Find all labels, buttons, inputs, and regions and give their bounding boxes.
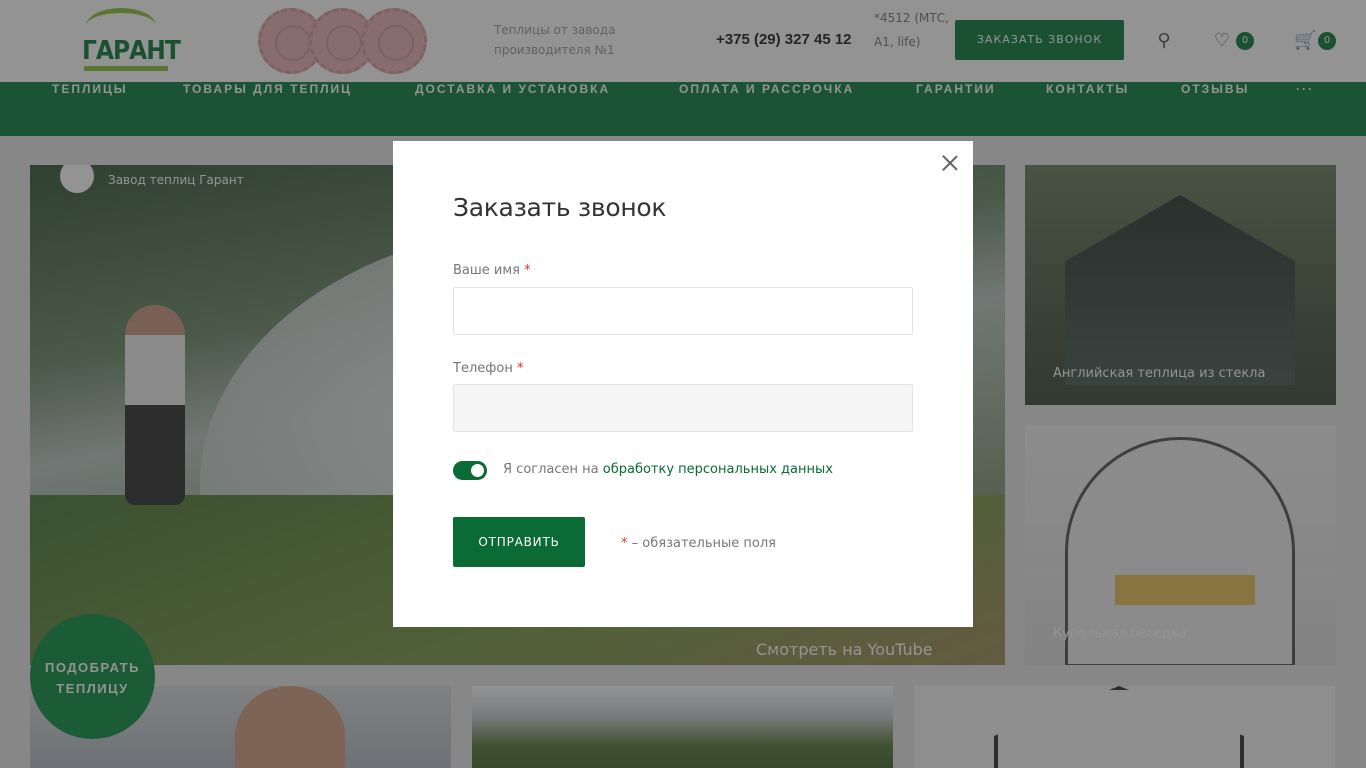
callback-modal: Заказать звонок Ваше имя * Телефон * Я с… — [393, 141, 973, 627]
name-label: Ваше имя * — [453, 263, 531, 278]
required-mark: * — [516, 361, 524, 376]
submit-button[interactable]: ОТПРАВИТЬ — [453, 517, 585, 567]
required-note-text: – обязательные поля — [631, 536, 776, 551]
consent-text: Я согласен на обработку персональных дан… — [503, 462, 833, 477]
close-icon[interactable] — [940, 153, 960, 173]
consent-toggle[interactable] — [453, 461, 487, 480]
name-input[interactable] — [453, 287, 913, 335]
phone-input[interactable] — [453, 384, 913, 432]
phone-label-text: Телефон — [453, 361, 513, 376]
required-note: * – обязательные поля — [621, 536, 776, 551]
modal-title: Заказать звонок — [453, 193, 667, 222]
toggle-knob — [471, 464, 484, 477]
required-mark: * — [524, 263, 531, 278]
consent-link[interactable]: обработку персональных данных — [603, 462, 833, 477]
required-mark: * — [621, 536, 628, 551]
consent-prefix: Я согласен на — [503, 462, 603, 477]
phone-label: Телефон * — [453, 361, 523, 376]
name-label-text: Ваше имя — [453, 263, 520, 278]
